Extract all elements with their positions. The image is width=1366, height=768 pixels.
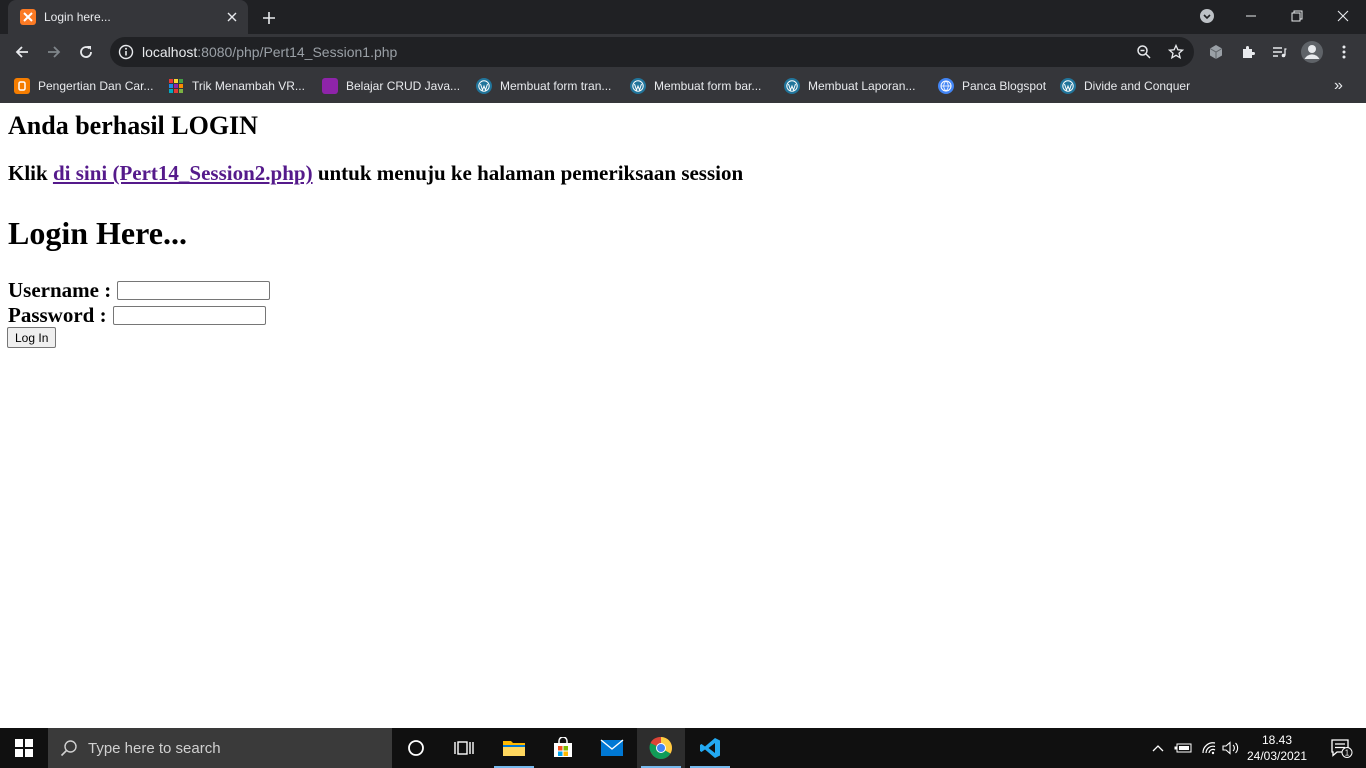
profile-avatar-icon[interactable] bbox=[1298, 38, 1326, 66]
search-icon bbox=[60, 739, 78, 757]
url-host: localhost bbox=[142, 44, 198, 60]
notification-center-icon[interactable]: 1 bbox=[1318, 728, 1366, 768]
tab-close-icon[interactable] bbox=[224, 9, 240, 25]
wordpress-icon bbox=[630, 78, 646, 94]
password-label: Password : bbox=[8, 303, 107, 327]
wordpress-icon bbox=[476, 78, 492, 94]
cortana-icon[interactable] bbox=[392, 728, 440, 768]
menu-kebab-icon[interactable] bbox=[1330, 38, 1358, 66]
new-tab-button[interactable] bbox=[258, 7, 280, 29]
wordpress-icon bbox=[1060, 78, 1076, 94]
task-view-icon[interactable] bbox=[440, 728, 488, 768]
session2-link[interactable]: di sini (Pert14_Session2.php) bbox=[53, 161, 313, 185]
bookmark-item[interactable]: Pengertian Dan Car... bbox=[14, 76, 153, 96]
login-button[interactable]: Log In bbox=[7, 327, 57, 348]
success-heading: Anda berhasil LOGIN bbox=[8, 111, 258, 140]
mail-icon[interactable] bbox=[588, 728, 636, 768]
wifi-icon[interactable] bbox=[1198, 728, 1220, 768]
login-heading: Login Here... bbox=[8, 215, 187, 251]
extensions-puzzle-icon[interactable] bbox=[1234, 38, 1262, 66]
blogger-icon bbox=[14, 78, 30, 94]
grid-icon bbox=[168, 78, 184, 94]
vscode-icon[interactable] bbox=[686, 728, 734, 768]
wordpress-icon bbox=[784, 78, 800, 94]
minimize-icon[interactable] bbox=[1228, 0, 1274, 32]
search-placeholder: Type here to search bbox=[88, 739, 221, 757]
clock-time: 18.43 bbox=[1261, 733, 1293, 747]
username-input[interactable] bbox=[117, 281, 271, 300]
bookmark-item[interactable]: Membuat form tran... bbox=[476, 76, 611, 96]
taskbar-search-box[interactable]: Type here to search bbox=[48, 728, 392, 768]
bookmark-item[interactable]: Panca Blogspot bbox=[938, 76, 1046, 96]
windows-start-icon[interactable] bbox=[0, 728, 48, 768]
password-row: Password : bbox=[8, 303, 266, 328]
bookmark-item[interactable]: Belajar CRUD Java... bbox=[322, 76, 460, 96]
site-icon bbox=[322, 78, 338, 94]
bookmark-item[interactable]: Membuat form bar... bbox=[630, 76, 761, 96]
globe-icon bbox=[938, 78, 954, 94]
forward-arrow-icon[interactable] bbox=[40, 38, 68, 66]
file-explorer-icon[interactable] bbox=[490, 728, 538, 768]
tab-title: Login here... bbox=[44, 10, 111, 24]
system-clock[interactable]: 18.43 24/03/2021 bbox=[1244, 732, 1310, 764]
media-queue-icon[interactable] bbox=[1265, 38, 1293, 66]
link-suffix: untuk menuju ke halaman pemeriksaan sess… bbox=[317, 161, 744, 185]
url-text: localhost:8080/php/Pert14_Session1.php bbox=[142, 44, 397, 60]
xampp-icon bbox=[20, 9, 36, 25]
chevron-up-icon[interactable] bbox=[1148, 728, 1168, 768]
bookmark-item[interactable]: Divide and Conquer bbox=[1060, 76, 1190, 96]
back-arrow-icon[interactable] bbox=[8, 38, 36, 66]
close-window-icon[interactable] bbox=[1320, 0, 1366, 32]
windows-taskbar: Type here to search 18.43 24/03/2021 1 bbox=[0, 728, 1366, 768]
volume-icon[interactable] bbox=[1220, 728, 1242, 768]
bookmark-item[interactable]: Membuat Laporan... bbox=[784, 76, 915, 96]
tab-search-button[interactable] bbox=[1184, 0, 1230, 32]
microsoft-store-icon[interactable] bbox=[539, 728, 587, 768]
site-info-icon[interactable] bbox=[118, 44, 134, 60]
browser-tab-strip: Login here... bbox=[0, 0, 1366, 34]
extension-cube-icon[interactable] bbox=[1202, 38, 1230, 66]
clock-date: 24/03/2021 bbox=[1246, 749, 1308, 763]
restore-icon[interactable] bbox=[1274, 0, 1320, 32]
link-prefix: Klik bbox=[8, 161, 48, 185]
username-row: Username : bbox=[8, 278, 271, 303]
reload-icon[interactable] bbox=[72, 38, 100, 66]
browser-tab[interactable]: Login here... bbox=[8, 0, 248, 34]
bookmark-item[interactable]: Trik Menambah VR... bbox=[168, 76, 305, 96]
notification-count: 1 bbox=[1345, 749, 1350, 758]
bookmark-star-icon[interactable] bbox=[1166, 42, 1186, 62]
zoom-icon[interactable] bbox=[1134, 42, 1154, 62]
url-path: :8080/php/Pert14_Session1.php bbox=[197, 44, 398, 60]
session-link-line: Klik di sini (Pert14_Session2.php) untuk… bbox=[8, 161, 743, 186]
address-bar[interactable]: localhost:8080/php/Pert14_Session1.php bbox=[110, 37, 1194, 67]
password-input[interactable] bbox=[112, 306, 266, 325]
battery-icon[interactable] bbox=[1172, 728, 1194, 768]
username-label: Username : bbox=[8, 278, 112, 302]
bookmarks-bar: Pengertian Dan Car... Trik Menambah VR..… bbox=[0, 70, 1366, 103]
bookmarks-overflow-button[interactable]: » bbox=[1334, 77, 1352, 95]
browser-toolbar: localhost:8080/php/Pert14_Session1.php bbox=[0, 34, 1366, 70]
page-content: Anda berhasil LOGIN Klik di sini (Pert14… bbox=[0, 103, 1366, 728]
chrome-icon[interactable] bbox=[637, 728, 685, 768]
